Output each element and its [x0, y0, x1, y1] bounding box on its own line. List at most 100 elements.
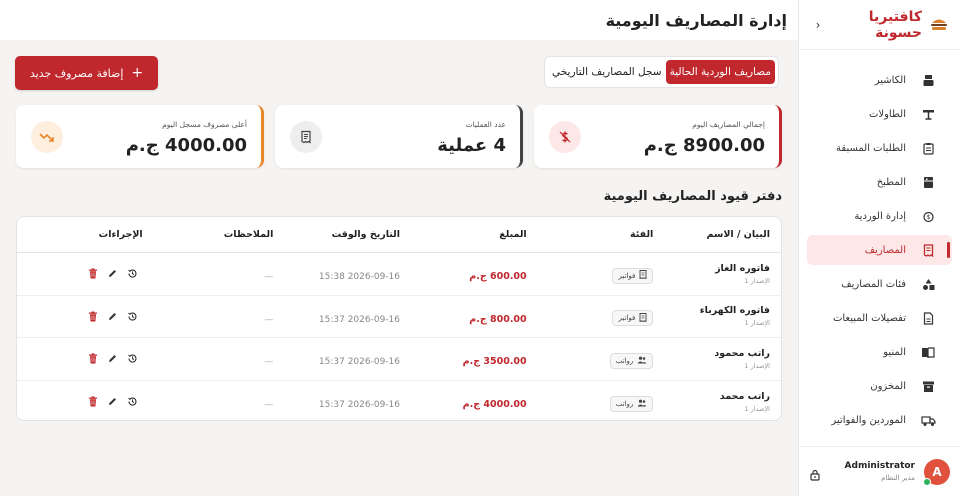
sidebar-item-label: المنيو: [883, 346, 906, 358]
category-badge: رواتب: [609, 352, 654, 369]
page-title: إدارة المصاريف اليومية: [605, 10, 787, 30]
cell-actions: [17, 268, 147, 280]
header-name: البيان / الاسم: [706, 229, 770, 240]
truck-icon: [920, 412, 936, 428]
add-expense-button[interactable]: + إضافة مصروف جديد: [15, 56, 158, 90]
expenses-table: البيان / الاسم الفئة المبلغ التاريخ والو…: [16, 216, 782, 421]
categories-icon: [920, 276, 936, 292]
trend-icon: [31, 121, 63, 153]
shift-icon: $: [920, 208, 936, 224]
delete-icon[interactable]: [87, 310, 99, 322]
cell-notes: —: [147, 349, 273, 368]
sidebar-item-shift[interactable]: $ إدارة الوردية: [807, 201, 952, 231]
cell-name: راتب محمود الإصدار 1: [653, 348, 781, 370]
edit-icon[interactable]: [107, 353, 119, 365]
edit-icon[interactable]: [107, 310, 119, 322]
user-info: Administrator مدير النظام: [821, 461, 915, 482]
sidebar: كافتيريا حسونة ‹ الكاشير الطاولات الطلبات …: [798, 0, 960, 496]
lock-icon[interactable]: [809, 466, 821, 481]
people-icon: [633, 399, 647, 409]
tab-expense-history[interactable]: سجل المصاريف التاريخي: [548, 60, 666, 84]
cell-datetime: 2026-09-16 15:37: [273, 349, 400, 368]
sidebar-item-label: فئات المصاريف: [841, 278, 906, 290]
sidebar-item-suppliers[interactable]: الموردين والفواتير: [807, 405, 952, 435]
avatar[interactable]: A: [923, 458, 950, 486]
category-label: فواتير: [618, 271, 636, 280]
sidebar-item-expenses[interactable]: المصاريف: [807, 235, 952, 265]
sidebar-item-label: المخزون: [870, 380, 906, 392]
plus-icon: +: [131, 65, 144, 81]
expense-name: فاتوره الغاز: [715, 262, 770, 274]
expense-version: الإصدار 1: [744, 276, 770, 285]
cell-category: فواتير: [527, 307, 654, 326]
user-profile[interactable]: A Administrator مدير النظام: [799, 446, 960, 496]
cell-category: رواتب: [527, 349, 654, 369]
header-notes: الملاحظات: [223, 229, 274, 240]
cell-datetime: 2026-09-16 15:38: [273, 264, 400, 283]
sidebar-item-inventory[interactable]: المخزون: [807, 371, 952, 401]
delete-icon[interactable]: [87, 353, 99, 365]
cell-actions: [17, 396, 147, 408]
delete-icon[interactable]: [87, 268, 99, 280]
header-category: الفئة: [630, 229, 654, 240]
book-icon: [920, 344, 936, 360]
expense-datetime: 2026-09-16 15:37: [318, 357, 400, 368]
brand-header: كافتيريا حسونة ‹: [799, 0, 960, 50]
sidebar-item-preorders[interactable]: الطلبات المسبقة: [807, 133, 952, 163]
cell-category: فواتير: [527, 264, 654, 284]
sidebar-item-expense-categories[interactable]: فئات المصاريف: [807, 269, 952, 299]
sidebar-item-label: الطاولات: [868, 108, 906, 120]
table-row: فاتوره الكهرباء الإصدار 1 فواتير 800.00 ج.م…: [17, 296, 781, 338]
avatar-initial: A: [932, 464, 942, 479]
tab-current-shift-expenses[interactable]: مصاريف الوردية الحالية: [665, 60, 775, 84]
archive-icon: [920, 378, 936, 394]
category-label: فواتير: [618, 314, 636, 322]
expense-datetime: 2026-09-16 15:37: [318, 400, 400, 411]
cell-datetime: 2026-09-16 15:37: [273, 392, 400, 411]
edit-icon[interactable]: [107, 268, 119, 280]
expense-notes: —: [264, 400, 274, 411]
category-badge: فواتير: [612, 310, 654, 326]
table-icon: [920, 106, 936, 122]
stat-card-operations-count: عدد العمليات 4 عملية: [275, 105, 523, 168]
topbar: إدارة المصاريف اليومية: [0, 0, 798, 40]
cell-notes: —: [147, 307, 274, 326]
history-icon[interactable]: [127, 353, 139, 365]
history-icon[interactable]: [127, 310, 139, 322]
history-icon[interactable]: [127, 268, 139, 280]
category-badge: فواتير: [612, 267, 654, 284]
clipboard-icon: [920, 140, 936, 156]
sidebar-item-kitchen[interactable]: المطبخ: [807, 167, 952, 197]
category-label: رواتب: [615, 356, 634, 365]
sidebar-item-cashier[interactable]: الكاشير: [807, 65, 952, 95]
category-badge: رواتب: [609, 395, 654, 412]
expense-notes: —: [264, 314, 274, 325]
sidebar-nav: الكاشير الطاولات الطلبات المسبقة المطبخ $ إدا…: [799, 50, 960, 435]
cell-amount: 800.00 ج.م: [400, 307, 526, 326]
header-datetime: التاريخ والوقت: [331, 229, 400, 240]
toolbar: مصاريف الوردية الحالية سجل المصاريف التا…: [15, 56, 779, 90]
stat-label: عدد العمليات: [465, 120, 506, 129]
stat-value: 8900.00 ج.م: [643, 135, 765, 156]
table-row: راتب محمود الإصدار 1 رواتب 3500.00 ج.م 2026-…: [17, 338, 781, 381]
sidebar-collapse-chevron-icon[interactable]: ‹: [811, 18, 825, 32]
stat-value: 4 عملية: [437, 135, 506, 156]
sidebar-item-sales-details[interactable]: تفصيلات المبيعات: [807, 303, 952, 333]
sidebar-item-label: إدارة الوردية: [854, 210, 906, 222]
sidebar-item-label: المطبخ: [876, 176, 906, 188]
sidebar-item-tables[interactable]: الطاولات: [807, 99, 952, 129]
main-content: إدارة المصاريف اليومية مصاريف الوردية ال…: [0, 0, 798, 496]
expense-version: الإصدار 1: [744, 361, 770, 370]
cell-name: فاتوره الكهرباء الإصدار 1: [653, 305, 781, 327]
burger-logo-icon: [928, 17, 948, 33]
delete-icon[interactable]: [87, 396, 99, 408]
kitchen-icon: [920, 174, 936, 190]
edit-icon[interactable]: [107, 396, 119, 408]
cash-register-icon: [920, 72, 936, 88]
cell-name: فاتوره الغاز الإصدار 1: [653, 263, 781, 285]
history-icon[interactable]: [127, 396, 139, 408]
sidebar-item-label: الكاشير: [874, 74, 906, 86]
expense-notes: —: [264, 272, 274, 283]
sidebar-item-label: الموردين والفواتير: [831, 414, 906, 426]
sidebar-item-menu[interactable]: المنيو: [807, 337, 952, 367]
